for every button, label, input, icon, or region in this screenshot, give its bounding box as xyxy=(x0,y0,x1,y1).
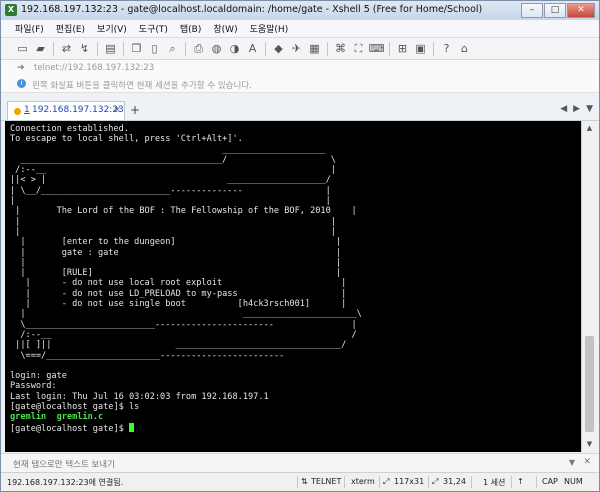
terminal-cursor xyxy=(129,422,134,432)
toolbar-divider xyxy=(185,41,186,56)
compose-icon[interactable]: ⊞ xyxy=(395,41,410,56)
address-bar[interactable]: ➜ telnet://192.168.197.132:23 xyxy=(1,60,599,77)
script-icon[interactable]: ▦ xyxy=(307,41,322,56)
ls-output: gremlin gremlin.c xyxy=(10,412,104,423)
status-divider xyxy=(428,476,429,488)
tab-next-icon[interactable]: ▶ xyxy=(573,104,580,114)
minimize-button[interactable]: – xyxy=(521,3,543,18)
title-bar[interactable]: X 192.168.197.132:23 - gate@localhost.lo… xyxy=(1,1,599,20)
menu-help[interactable]: 도움말(H) xyxy=(250,22,289,35)
status-sessions: 1 세션 xyxy=(483,478,506,487)
status-bar: 192.168.197.132:23에 연결됨. ⇅ TELNET xterm … xyxy=(1,472,599,491)
menu-edit[interactable]: 편집(E) xyxy=(56,22,85,35)
terminal-screen[interactable]: Connection established. To escape to loc… xyxy=(5,121,581,452)
open-folder-icon[interactable]: ▰ xyxy=(33,41,48,56)
new-session-icon[interactable]: ▭ xyxy=(15,41,30,56)
properties-icon[interactable]: ▤ xyxy=(103,41,118,56)
xshell-app-icon: X xyxy=(5,4,17,16)
send-options-icon[interactable]: ▼ xyxy=(569,458,575,467)
toolbar-divider xyxy=(53,41,54,56)
toolbar: ▭ ▰ ⇄ ↯ ▤ ❐ ▯ ⌕ ⎙ ◍ ◑ A ◆ ✈ ▦ ⌘ ⛶ ⌨ ⊞ ▣ … xyxy=(1,38,599,60)
session-tab-bar: 1 192.168.197.132:23 × + ◀ ▶ ▼ xyxy=(1,94,599,121)
lock-icon[interactable]: ⌘ xyxy=(333,41,348,56)
globe-icon[interactable]: ◍ xyxy=(209,41,224,56)
scroll-up-icon[interactable]: ▲ xyxy=(584,123,595,134)
address-input[interactable]: telnet://192.168.197.132:23 xyxy=(34,63,154,73)
session-status-icon xyxy=(14,108,21,115)
status-network-icon: ⇅ xyxy=(301,477,308,486)
close-tab-icon[interactable]: × xyxy=(113,105,121,115)
close-button[interactable]: ✕ xyxy=(567,3,595,18)
tab-number: 1 xyxy=(24,105,30,115)
info-circle-icon: i xyxy=(17,79,26,88)
find-icon[interactable]: ⌕ xyxy=(165,41,180,56)
scroll-thumb[interactable] xyxy=(585,336,594,432)
tab-prev-icon[interactable]: ◀ xyxy=(560,104,567,114)
disconnect-icon[interactable]: ↯ xyxy=(77,41,92,56)
status-send-icon: ↑ xyxy=(517,477,524,486)
status-term: xterm xyxy=(351,477,375,486)
reconnect-icon[interactable]: ⇄ xyxy=(59,41,74,56)
toolbar-divider xyxy=(123,41,124,56)
session-tab[interactable]: 1 192.168.197.132:23 × xyxy=(7,101,125,120)
window-title: 192.168.197.132:23 - gate@localhost.loca… xyxy=(21,4,483,15)
print-icon[interactable]: ⎙ xyxy=(191,41,206,56)
keyboard-icon[interactable]: ⌨ xyxy=(369,41,385,56)
color-scheme-icon[interactable]: ◑ xyxy=(227,41,242,56)
tab-label: 192.168.197.132:23 xyxy=(32,105,124,115)
status-divider xyxy=(471,476,472,488)
copy-icon[interactable]: ❐ xyxy=(129,41,144,56)
send-text-bar[interactable]: 현재 탭으로만 텍스트 보내기 ▼ ✕ xyxy=(1,453,599,472)
status-divider xyxy=(379,476,380,488)
maximize-button[interactable]: □ xyxy=(544,3,566,18)
send-text-input[interactable]: 현재 탭으로만 텍스트 보내기 xyxy=(13,458,115,470)
shell-prompt: [gate@localhost gate]$ xyxy=(10,423,129,434)
menu-view[interactable]: 보기(V) xyxy=(97,22,127,35)
status-caps: CAP xyxy=(542,477,558,486)
toolbar-divider xyxy=(433,41,434,56)
address-arrow-icon: ➜ xyxy=(17,63,25,73)
terminal-lines: Connection established. To escape to loc… xyxy=(10,124,362,413)
menu-tools[interactable]: 도구(T) xyxy=(139,22,168,35)
status-divider xyxy=(297,476,298,488)
transfer-icon[interactable]: ✈ xyxy=(289,41,304,56)
xftp-icon[interactable]: ◆ xyxy=(271,41,286,56)
status-size-icon: ⤢ xyxy=(383,477,390,486)
toolbar-divider xyxy=(389,41,390,56)
status-size: 117x31 xyxy=(394,477,425,486)
hint-bar: i 왼쪽 화살표 버튼을 클릭하면 현재 세션을 추가할 수 있습니다. xyxy=(1,76,599,93)
terminal-output: Connection established. To escape to loc… xyxy=(10,124,362,434)
tab-list-icon[interactable]: ▼ xyxy=(586,104,593,114)
hint-text: 왼쪽 화살표 버튼을 클릭하면 현재 세션을 추가할 수 있습니다. xyxy=(32,81,252,91)
toolbar-divider xyxy=(327,41,328,56)
fullscreen-icon[interactable]: ⛶ xyxy=(351,41,366,56)
scroll-down-icon[interactable]: ▼ xyxy=(584,439,595,450)
status-position: 31,24 xyxy=(443,477,466,486)
help-icon[interactable]: ? xyxy=(439,41,454,56)
status-divider xyxy=(511,476,512,488)
toolbar-divider xyxy=(265,41,266,56)
terminal-scrollbar[interactable]: ▲ ▼ xyxy=(581,121,597,452)
status-cursor-icon: ⤢ xyxy=(432,477,439,486)
status-num: NUM xyxy=(564,477,583,486)
add-tab-button[interactable]: + xyxy=(130,104,140,116)
status-connection: 192.168.197.132:23에 연결됨. xyxy=(7,478,124,487)
paste-icon[interactable]: ▯ xyxy=(147,41,162,56)
layout-icon[interactable]: ▣ xyxy=(413,41,428,56)
xshell-window: X 192.168.197.132:23 - gate@localhost.lo… xyxy=(0,0,600,492)
menu-bar: 파일(F) 편집(E) 보기(V) 도구(T) 탭(B) 창(W) 도움말(H) xyxy=(1,20,599,38)
info-icon[interactable]: ⌂ xyxy=(457,41,472,56)
send-bar-close-icon[interactable]: ✕ xyxy=(583,457,591,467)
toolbar-divider xyxy=(97,41,98,56)
menu-tab[interactable]: 탭(B) xyxy=(180,22,201,35)
status-protocol: TELNET xyxy=(311,477,342,486)
status-divider xyxy=(344,476,345,488)
font-icon[interactable]: A xyxy=(245,41,260,56)
menu-file[interactable]: 파일(F) xyxy=(15,22,44,35)
menu-window[interactable]: 창(W) xyxy=(213,22,237,35)
status-divider xyxy=(536,476,537,488)
